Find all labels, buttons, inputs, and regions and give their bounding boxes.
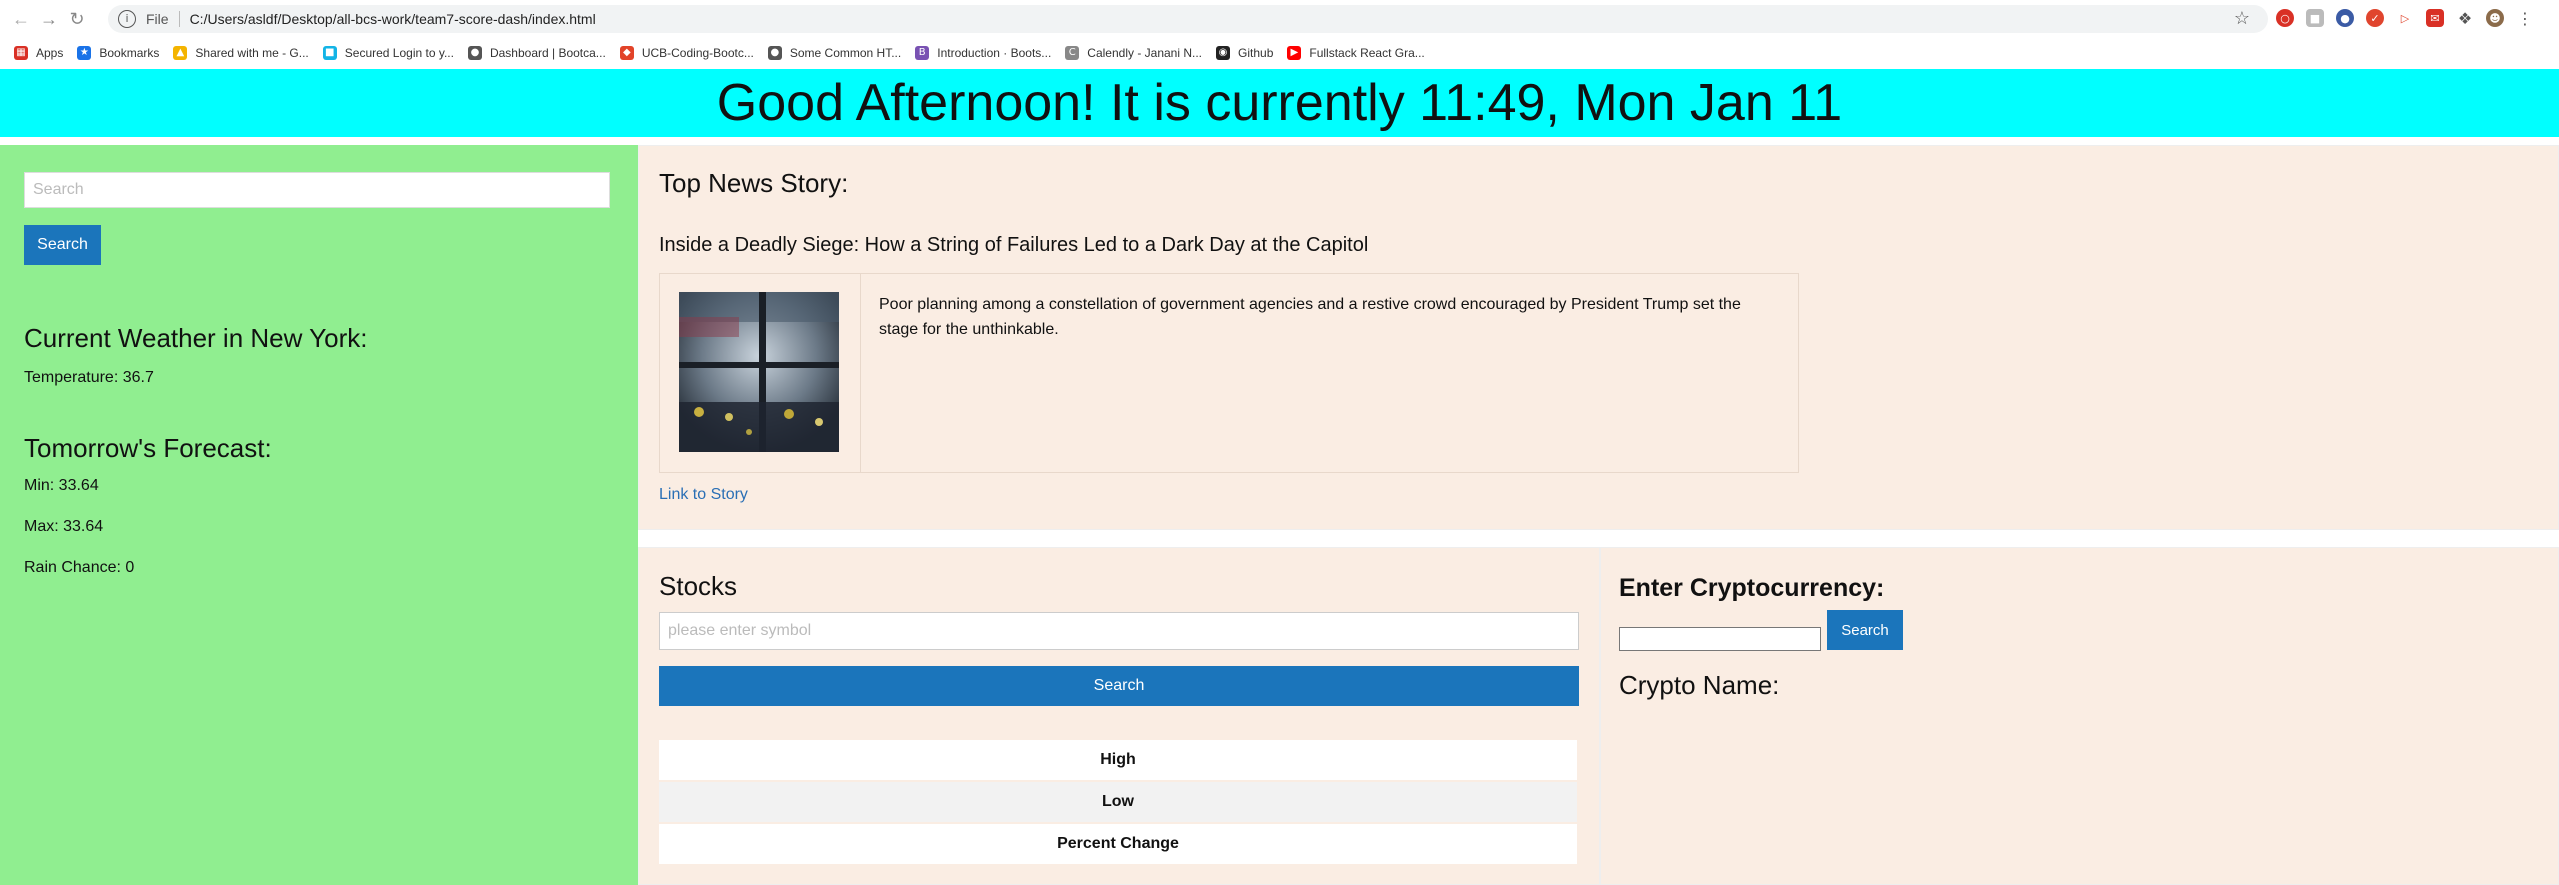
bookmark-label: Introduction · Boots... [937, 45, 1052, 60]
bookmark-star-icon[interactable]: ☆ [2234, 8, 2250, 29]
record-extension-icon[interactable]: ✓ [2366, 9, 2384, 27]
news-story-link[interactable]: Link to Story [659, 486, 748, 504]
crypto-name-label: Crypto Name: [1619, 670, 1780, 700]
current-weather-title: Current Weather in New York: [24, 323, 368, 353]
city-search-input[interactable]: Search [24, 172, 610, 208]
news-story-image [679, 292, 839, 452]
bookmark-label: Bookmarks [99, 45, 160, 60]
crypto-panel: Enter Cryptocurrency: Search Crypto Name… [1600, 547, 2559, 885]
browser-toolbar: ← → ↻ i File C:/Users/asldf/Desktop/all-… [0, 0, 2559, 38]
youtube-icon: ▶ [1287, 45, 1302, 60]
bookmark-item[interactable]: C Calendly - Janani N... [1065, 45, 1203, 60]
bookmark-label: Dashboard | Bootca... [489, 45, 606, 60]
bookmark-item[interactable]: ▲ Shared with me - G... [173, 45, 309, 60]
bookmark-label: Fullstack React Gra... [1309, 45, 1425, 60]
greeting-text: Good Afternoon! It is currently 11:49, M… [716, 74, 1843, 132]
crypto-input[interactable] [1619, 627, 1821, 651]
news-story-title: Inside a Deadly Siege: How a String of F… [659, 234, 1369, 256]
back-arrow-icon[interactable]: ← [8, 6, 34, 32]
more-menu-icon[interactable]: ⋮ [2516, 9, 2534, 28]
news-card: Poor planning among a constellation of g… [659, 273, 1799, 473]
bookmark-item[interactable]: ◆ UCB-Coding-Bootc... [619, 45, 754, 60]
weather-sidebar: Search Search Current Weather in New Yor… [0, 145, 638, 885]
bookmark-label: Shared with me - G... [195, 45, 309, 60]
apps-grid-icon: ▦ [14, 45, 28, 60]
crypto-title: Enter Cryptocurrency: [1619, 574, 1885, 602]
bookmark-label: UCB-Coding-Bootc... [641, 45, 754, 60]
url-divider [178, 11, 180, 27]
news-image-cell [660, 274, 861, 472]
star-icon: ★ [77, 45, 92, 60]
forecast-max: Max: 33.64 [24, 518, 104, 535]
stock-row-percent-change: Percent Change [659, 824, 1577, 864]
city-search-button[interactable]: Search [24, 225, 101, 265]
stock-row-high: High [659, 740, 1577, 780]
bookmark-item[interactable]: ● Dashboard | Bootca... [467, 45, 606, 60]
url-text[interactable]: C:/Users/asldf/Desktop/all-bcs-work/team… [190, 11, 596, 27]
url-scheme-label: File [146, 11, 169, 27]
globe-icon: ● [767, 45, 782, 60]
puzzle-extensions-icon[interactable]: ❖ [2456, 9, 2474, 28]
notification-extension-icon[interactable]: ✉ [2426, 9, 2444, 27]
bookmark-item[interactable]: ▶ Fullstack React Gra... [1287, 45, 1425, 60]
bookmark-label: Calendly - Janani N... [1087, 45, 1203, 60]
bookmark-label: Apps [36, 45, 64, 60]
globe-extension-icon[interactable]: ● [2336, 9, 2354, 27]
profile-avatar[interactable]: ☻ [2486, 9, 2504, 27]
news-heading: Top News Story: [659, 168, 849, 198]
extension-icon[interactable]: ■ [2306, 9, 2324, 27]
bookmark-item[interactable]: ▦ Apps [14, 45, 64, 60]
login-icon: ■ [322, 45, 337, 60]
bookmark-label: Some Common HT... [789, 45, 902, 60]
stock-row-low: Low [659, 782, 1577, 822]
globe-icon: ● [467, 45, 482, 60]
bookmark-item[interactable]: ● Some Common HT... [767, 45, 902, 60]
forward-arrow-icon[interactable]: → [36, 6, 62, 32]
stocks-title: Stocks [659, 571, 738, 601]
bookmark-label: Github [1238, 45, 1274, 60]
github-icon: ◉ [1216, 45, 1231, 60]
temperature-value: Temperature: 36.7 [24, 369, 154, 386]
news-story-summary: Poor planning among a constellation of g… [879, 296, 1741, 338]
reload-icon[interactable]: ↻ [64, 6, 90, 32]
gitlab-icon: ◆ [619, 45, 634, 60]
stock-search-button[interactable]: Search [659, 666, 1579, 706]
adblock-extension-icon[interactable]: ○ [2276, 9, 2294, 27]
news-panel: Top News Story: Inside a Deadly Siege: H… [638, 145, 2559, 530]
forecast-title: Tomorrow's Forecast: [24, 433, 272, 463]
stock-symbol-input[interactable]: please enter symbol [659, 612, 1579, 650]
video-extension-icon[interactable]: ▷ [2396, 9, 2414, 27]
bookmarks-bar: ▦ Apps ★ Bookmarks ▲ Shared with me - G... ■ Se… [0, 38, 2559, 67]
bookmark-item[interactable]: ★ Bookmarks [77, 45, 160, 60]
forecast-min: Min: 33.64 [24, 477, 99, 494]
bookmark-label: Secured Login to y... [344, 45, 454, 60]
forecast-rain-chance: Rain Chance: 0 [24, 559, 135, 576]
calendly-icon: C [1065, 45, 1080, 60]
info-icon[interactable]: i [118, 10, 136, 28]
address-bar[interactable]: i File C:/Users/asldf/Desktop/all-bcs-wo… [108, 5, 2268, 33]
bootstrap-icon: B [915, 45, 930, 60]
drive-icon: ▲ [173, 45, 188, 60]
bookmark-item[interactable]: ■ Secured Login to y... [322, 45, 454, 60]
crypto-search-button[interactable]: Search [1827, 610, 1903, 650]
extensions-area: ○ ■ ● ✓ ▷ ✉ ❖ ☻ ⋮ [2276, 9, 2534, 28]
stocks-panel: Stocks please enter symbol Search High L… [638, 547, 1600, 885]
bookmark-item[interactable]: B Introduction · Boots... [915, 45, 1052, 60]
greeting-banner: Good Afternoon! It is currently 11:49, M… [0, 69, 2559, 137]
bookmark-item[interactable]: ◉ Github [1216, 45, 1274, 60]
